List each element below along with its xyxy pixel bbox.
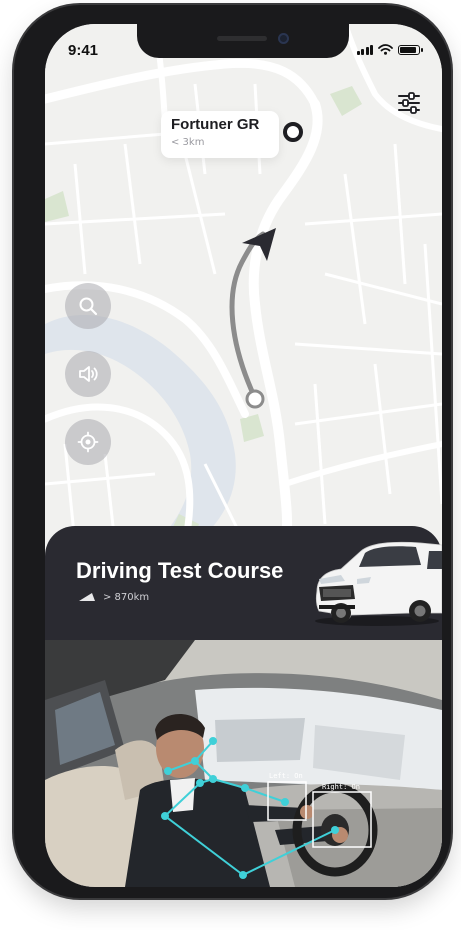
locate-icon	[77, 431, 99, 453]
front-camera	[278, 33, 289, 44]
left-hand-label: Left: On	[269, 772, 303, 780]
vehicle-name: Fortuner GR	[171, 116, 260, 133]
search-button[interactable]	[65, 283, 111, 329]
driver-camera-feed[interactable]: Left: On Right: On	[45, 640, 442, 887]
signal-icon	[356, 45, 373, 55]
road-icon	[79, 593, 95, 601]
speaker-icon	[79, 366, 98, 382]
route-start-marker	[245, 389, 265, 409]
status-time: 9:41	[68, 42, 99, 59]
sliders-icon[interactable]	[396, 90, 422, 116]
vehicle-location-card[interactable]: Fortuner GR < 3km	[161, 111, 279, 158]
locate-button[interactable]	[65, 419, 111, 465]
notch	[137, 24, 349, 58]
map-view[interactable]	[45, 24, 442, 544]
earpiece	[217, 36, 267, 41]
phone-frame: 9:41 Fortuner GR < 3km Driving Test Cour…	[14, 5, 451, 898]
app-screen: 9:41 Fortuner GR < 3km Driving Test Cour…	[45, 24, 442, 887]
camera-frame: Left: On Right: On	[45, 640, 442, 887]
status-icons	[356, 44, 423, 55]
search-icon	[79, 297, 98, 316]
vehicle-image	[315, 541, 442, 626]
course-distance: > 870km	[103, 592, 150, 603]
course-title: Driving Test Course	[76, 558, 284, 583]
destination-marker[interactable]	[283, 122, 303, 142]
vehicle-distance: < 3km	[171, 137, 205, 148]
battery-icon	[398, 45, 423, 55]
wifi-icon	[378, 44, 393, 55]
sound-button[interactable]	[65, 351, 111, 397]
right-hand-label: Right: On	[322, 783, 360, 791]
